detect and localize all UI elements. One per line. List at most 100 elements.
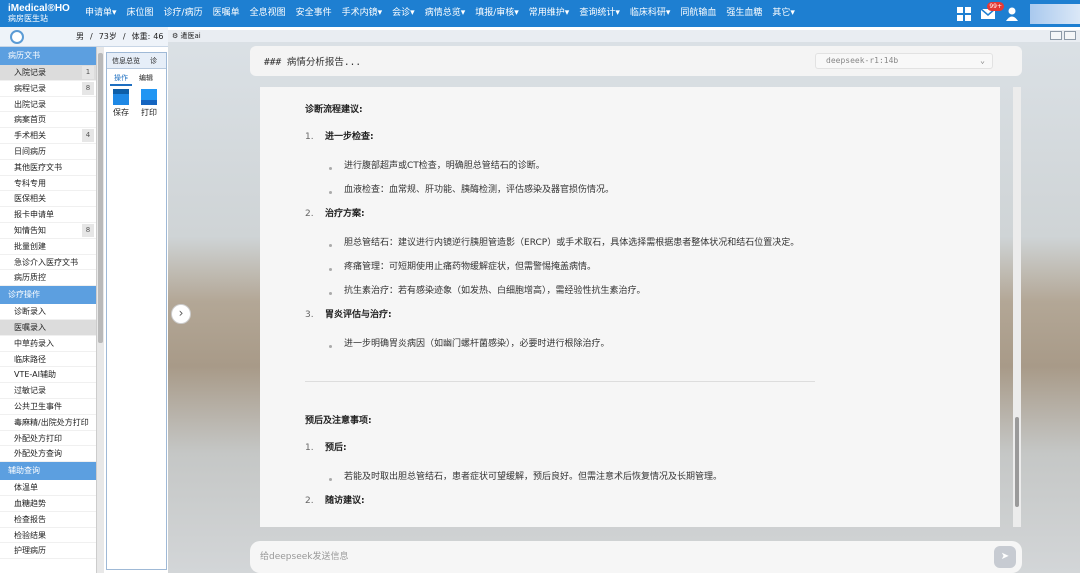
model-select[interactable]: deepseek-r1:14b ⌄	[815, 53, 993, 69]
maximize-button[interactable]	[1064, 31, 1076, 40]
sidebar-item-label: 报卡申请单	[14, 210, 54, 220]
app-logo: iMedical®HO 病房医生站	[0, 4, 80, 23]
menu-item[interactable]: 强生血糖	[721, 0, 767, 27]
bullet-item: 进行腹部超声或CT检查，明确胆总管结石的诊断。	[305, 161, 865, 173]
item-title: 随访建议:	[325, 495, 365, 506]
count-badge: 8	[82, 81, 94, 95]
menu-item[interactable]: 同航输血	[675, 0, 721, 27]
report-content: 诊断流程建议: 1. 进一步检查: 进行腹部超声或CT检查，明确胆总管结石的诊断。血…	[260, 87, 1000, 527]
tab-edit[interactable]: 编辑	[135, 72, 157, 86]
menu-item[interactable]: 床位图	[122, 0, 159, 27]
sidebar-item-label: 过敏记录	[14, 386, 46, 396]
sidebar-section-header[interactable]: 诊疗操作	[0, 286, 96, 305]
sidebar-item-label: 其他医疗文书	[14, 162, 62, 172]
sidebar-item[interactable]: 外配处方查询	[0, 446, 96, 463]
sidebar-item[interactable]: 临床路径	[0, 352, 96, 368]
item-number: 3.	[305, 309, 314, 320]
sidebar-item[interactable]: VTE-AI辅助	[0, 367, 96, 384]
sidebar-item[interactable]: 其他医疗文书	[0, 160, 96, 176]
sidebar-section-header[interactable]: 辅助查询	[0, 462, 96, 481]
sidebar-item[interactable]: 检验结果	[0, 528, 96, 544]
sidebar-item[interactable]: 入院记录 1	[0, 65, 96, 81]
sidebar-item[interactable]: 病历质控	[0, 270, 96, 287]
sidebar-item-label: 血糖趋势	[14, 498, 46, 508]
sidebar-item[interactable]: 日间病历	[0, 144, 96, 160]
minimize-button[interactable]	[1050, 31, 1062, 40]
scrollbar-thumb[interactable]	[1015, 417, 1019, 507]
sidebar-item-label: 临床路径	[14, 354, 46, 364]
separator: /	[90, 32, 93, 41]
menu-item[interactable]: 填报/审核▾	[470, 0, 524, 27]
sidebar-item[interactable]: 诊断录入	[0, 304, 96, 320]
sidebar-item-label: 知情告知	[14, 225, 46, 235]
menu-item[interactable]: 诊疗/病历	[159, 0, 208, 27]
tab-info-overview[interactable]: 信息总览	[107, 53, 145, 68]
mail-icon[interactable]: 99+	[980, 1, 1004, 21]
send-button[interactable]: ➤	[994, 546, 1016, 568]
sidebar-item[interactable]: 报卡申请单	[0, 207, 96, 223]
menu-item[interactable]: 病情总览▾	[420, 0, 471, 27]
report-header-card: ### 病情分析报告... deepseek-r1:14b ⌄	[250, 46, 1022, 76]
sidebar-item[interactable]: 知情告知 8	[0, 223, 96, 239]
sidebar-item-label: 入院记录	[14, 68, 46, 77]
print-button[interactable]: 打印	[135, 89, 163, 118]
count-badge: 1	[82, 66, 94, 79]
menu-item[interactable]: 会诊▾	[387, 0, 420, 27]
sidebar-item[interactable]: 体温单	[0, 480, 96, 496]
content-scrollbar[interactable]	[1013, 87, 1021, 527]
menu-item[interactable]: 医嘱单	[208, 0, 245, 27]
grid-apps-icon[interactable]	[957, 6, 971, 21]
sidebar-item[interactable]: 病程记录 8	[0, 81, 96, 97]
sidebar-item[interactable]: 公共卫生事件	[0, 399, 96, 415]
sidebar-item[interactable]: 医保相关	[0, 191, 96, 208]
model-name: deepseek-r1:14b	[826, 56, 899, 65]
sidebar-item[interactable]: 毒麻精/出院处方打印	[0, 415, 96, 431]
tab-operate[interactable]: 操作	[110, 72, 132, 86]
sidebar-item[interactable]: 中草药录入	[0, 336, 96, 352]
sidebar-scrollbar[interactable]	[96, 47, 104, 573]
bullet-item: 抗生素治疗：若有感染迹象（如发热、白细胞增高），需经验性抗生素治疗。	[305, 286, 865, 298]
menu-item[interactable]: 全息视图	[245, 0, 291, 27]
chevron-down-icon: ⌄	[980, 56, 985, 65]
patient-info-bar: 男 / 73岁 / 体重: 46	[0, 27, 168, 47]
menu-item[interactable]: 安全事件	[291, 0, 337, 27]
tab-diagnosis[interactable]: 诊	[145, 53, 162, 68]
item-number: 1.	[305, 442, 314, 453]
sidebar-item[interactable]: 手术相关 4	[0, 128, 96, 144]
sidebar-item[interactable]: 血糖趋势	[0, 496, 96, 512]
sidebar-item[interactable]: 护理病历	[0, 543, 96, 560]
menu-item[interactable]: 手术内镜▾	[337, 0, 388, 27]
message-input[interactable]: 给deepseek发送信息 ➤	[250, 541, 1022, 573]
sidebar-item-label: 专科专用	[14, 178, 46, 188]
menu-item[interactable]: 常用维护▾	[524, 0, 575, 27]
user-icon[interactable]	[1005, 7, 1019, 21]
sidebar-section-header[interactable]: 病历文书	[0, 47, 96, 65]
item-number: 2.	[305, 208, 314, 219]
sidebar-item-label: 公共卫生事件	[14, 401, 62, 411]
sidebar-item[interactable]: 出院记录	[0, 97, 96, 113]
sidebar-item[interactable]: 病案首页	[0, 112, 96, 129]
panel-title: 遣医ai	[180, 32, 201, 40]
sidebar-item[interactable]: 外配处方打印	[0, 431, 96, 447]
menu-item[interactable]: 临床科研▾	[625, 0, 676, 27]
sidebar-item[interactable]: 批量创建	[0, 239, 96, 255]
left-sidebar: 病历文书入院记录 1 病程记录 8 出院记录 病案首页 手术相关 4 日间病历其他医疗文书 专科专…	[0, 47, 97, 573]
menu-item[interactable]: 查询统计▾	[574, 0, 625, 27]
save-button[interactable]: 保存	[107, 89, 135, 118]
sidebar-item[interactable]: 急诊介入医疗文书	[0, 255, 96, 271]
tool-panel: 信息总览 诊 操作 编辑 保存 打印	[106, 52, 167, 570]
user-avatar-blurred[interactable]	[1030, 3, 1080, 24]
sidebar-item[interactable]: 专科专用	[0, 176, 96, 192]
expand-arrow-button[interactable]: ›	[171, 304, 191, 324]
patient-gender: 男	[76, 32, 84, 41]
scrollbar-thumb[interactable]	[98, 53, 103, 343]
app-subtitle: 病房医生站	[8, 14, 48, 23]
tool-panel-header: 信息总览 诊	[107, 53, 166, 69]
sidebar-item-label: 外配处方打印	[14, 433, 62, 443]
menu-item[interactable]: 申请单▾	[80, 0, 122, 27]
input-placeholder: 给deepseek发送信息	[260, 552, 349, 562]
sidebar-item[interactable]: 过敏记录	[0, 383, 96, 399]
sidebar-item[interactable]: 检查报告	[0, 512, 96, 528]
sidebar-item[interactable]: 医嘱录入	[0, 319, 96, 336]
menu-item[interactable]: 其它▾	[767, 0, 800, 27]
